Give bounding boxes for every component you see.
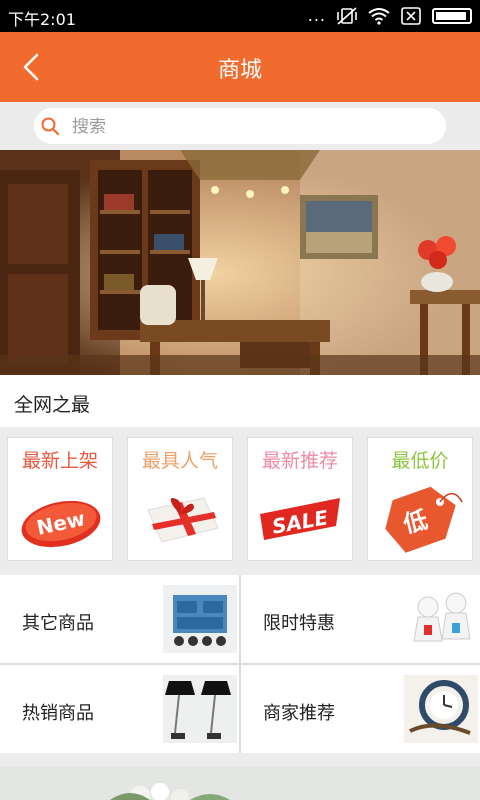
promo-label: 最具人气 [141,450,218,472]
gift-box-icon [147,497,219,543]
promo-row: 最新上架 New 最具人气 最新推荐 SALE 最低价 低 [0,427,480,570]
promo-label: 最新上架 [21,450,98,472]
title-bar: 商城 [0,32,480,102]
promo-card-new-arrivals[interactable]: 最新上架 New [7,437,113,561]
category-limited-deals[interactable]: 限时特惠 [241,575,480,663]
lamps-thumb [163,675,237,743]
search-bar [0,102,480,150]
section-header: 全网之最 [0,375,480,427]
promo-card-most-popular[interactable]: 最具人气 [127,437,233,561]
category-label: 热销商品 [22,703,94,724]
new-badge-icon: New [21,500,101,548]
category-grid: 其它商品 限时特惠 热销商品 商家推荐 [0,575,480,753]
wifi-icon [368,7,390,25]
vibrate-muted-icon [337,6,357,25]
category-label: 限时特惠 [263,613,335,634]
notification-dots-icon: ... [307,6,326,25]
search-input[interactable] [70,108,434,146]
category-hot-sellers[interactable]: 热销商品 [0,665,239,753]
page-title: 商城 [217,58,262,83]
search-box[interactable] [34,108,446,146]
status-icons: ... [308,6,472,25]
section-title: 全网之最 [14,394,91,416]
no-sim-icon [401,6,421,25]
search-icon [41,117,60,136]
cabinet-thumb [163,585,237,653]
promo-card-recommended[interactable]: 最新推荐 SALE [247,437,353,561]
category-label: 商家推荐 [263,703,335,724]
study-room-photo [0,150,480,375]
category-merchant-picks[interactable]: 商家推荐 [241,665,480,753]
category-other-goods[interactable]: 其它商品 [0,575,239,663]
promo-label: 最低价 [391,450,449,472]
promo-label: 最新推荐 [261,450,338,472]
status-time: 下午2:01 [8,10,76,29]
category-label: 其它商品 [22,613,94,634]
banner-image[interactable] [0,150,480,375]
battery-icon [432,7,472,24]
secondary-banner[interactable] [0,766,480,800]
figurines-thumb [404,585,478,653]
clock-decor-thumb [404,675,478,743]
status-bar: 下午2:01 ... [0,0,480,32]
sale-tag-icon: SALE [260,498,340,540]
low-price-tag-icon: 低 [385,486,463,553]
flowers-photo [0,766,480,800]
promo-card-lowest-price[interactable]: 最低价 低 [367,437,473,561]
